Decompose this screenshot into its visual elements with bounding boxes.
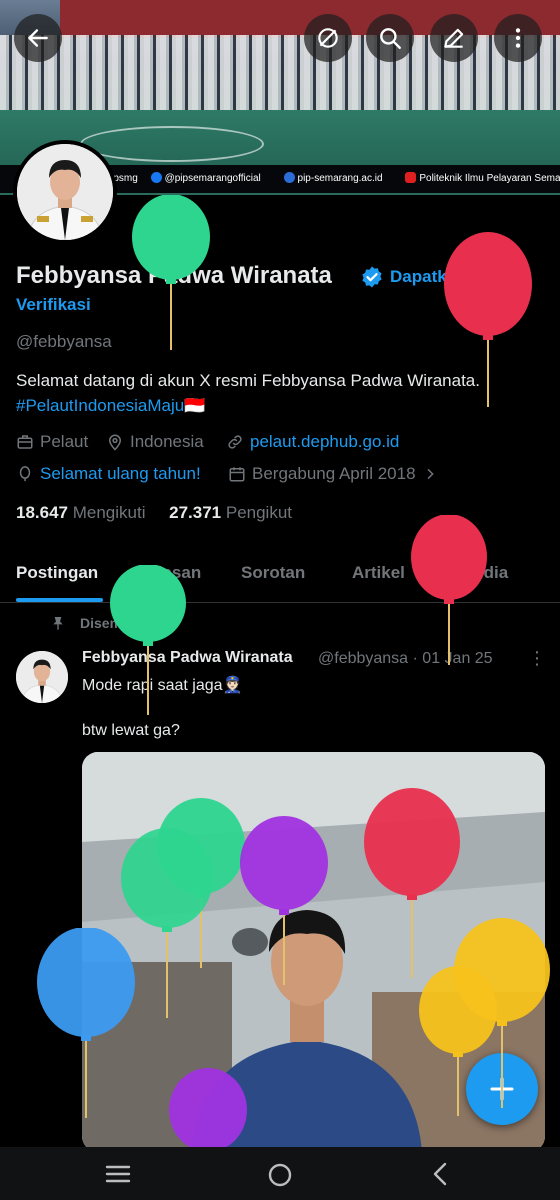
profile-handle: @febbyansa	[16, 332, 112, 351]
location-text: Indonesia	[130, 432, 204, 451]
bio-text: Selamat datang di akun X resmi Febbyansa…	[16, 371, 480, 390]
profession-meta: Pelaut	[16, 432, 88, 452]
tab-articles[interactable]: Artikel	[352, 563, 405, 583]
avatar-illustration	[16, 651, 68, 703]
back-button[interactable]	[14, 14, 62, 62]
strip-item: Politeknik Ilmu Pelayaran Semarang	[419, 173, 560, 184]
post-author-handle: @febbyansa	[318, 650, 409, 667]
bio-flag: 🇮🇩	[184, 396, 206, 415]
calendar-icon	[229, 467, 245, 482]
joined-text: Bergabung April 2018	[252, 464, 416, 483]
location-pin-icon	[108, 434, 122, 451]
globe-icon	[283, 172, 295, 183]
followers-label: Pengikut	[225, 503, 293, 522]
compose-post-button[interactable]	[466, 1053, 538, 1125]
profile-bio: Selamat datang di akun X resmi Febbyansa…	[16, 368, 536, 418]
following-count: 18.647	[16, 503, 68, 522]
pinned-label: Disematkan	[50, 614, 159, 632]
follow-stats: 18.647 Mengikuti 27.371 Pengikut	[16, 503, 292, 523]
tab-posts[interactable]: Postingan	[16, 563, 98, 583]
search-icon	[380, 28, 401, 49]
tab-highlights[interactable]: Sorotan	[241, 563, 305, 583]
system-navigation-bar	[0, 1147, 560, 1200]
more-vertical-icon	[515, 28, 521, 48]
recent-apps-icon[interactable]	[104, 1163, 132, 1185]
youtube-icon	[405, 172, 417, 183]
post-text-line1: Mode rapi saat jaga👮🏻	[82, 677, 243, 694]
tab-media[interactable]: Media	[460, 563, 508, 583]
search-button[interactable]	[366, 14, 414, 62]
website-link[interactable]: pelaut.dephub.go.id	[250, 432, 399, 452]
bio-hashtag[interactable]: #PelautIndonesiaMaju	[16, 396, 184, 415]
followers-link[interactable]: 27.371 Pengikut	[169, 503, 292, 522]
back-nav-icon[interactable]	[430, 1161, 450, 1187]
strip-item: pip-semarang.ac.id	[297, 173, 383, 184]
home-icon[interactable]	[266, 1161, 294, 1189]
profile-tabs: Postingan Balasan Sorotan Artikel Media	[0, 548, 560, 603]
arrow-left-icon	[28, 29, 48, 47]
post-author-name[interactable]: Febbyansa Padwa Wiranata	[82, 649, 293, 667]
post-date[interactable]: 01 Jan 25	[422, 650, 492, 667]
grok-button[interactable]	[304, 14, 352, 62]
birthday-meta: Selamat ulang tahun!	[16, 464, 201, 484]
grok-icon	[318, 28, 338, 48]
profile-avatar[interactable]	[13, 140, 117, 244]
get-verified-link-continued[interactable]: Verifikasi	[16, 295, 91, 315]
post-author-avatar[interactable]	[16, 651, 68, 703]
profile-name: Febbyansa Padwa Wiranata	[16, 262, 332, 289]
strip-item: @pipsemarangofficial	[164, 173, 261, 184]
more-button[interactable]	[494, 14, 542, 62]
plus-icon	[490, 1077, 514, 1101]
pencil-icon	[444, 28, 464, 48]
tab-replies[interactable]: Balasan	[136, 563, 201, 583]
following-label: Mengikuti	[72, 503, 146, 522]
chevron-right-icon	[427, 468, 434, 480]
profession-text: Pelaut	[40, 432, 89, 451]
birthday-link[interactable]: Selamat ulang tahun!	[40, 464, 201, 484]
location-meta: Indonesia	[106, 432, 204, 452]
pinned-text: Disematkan	[80, 615, 159, 631]
get-verified-link[interactable]: Dapatkan	[390, 267, 467, 287]
following-link[interactable]: 18.647 Mengikuti	[16, 503, 146, 522]
avatar-illustration	[17, 144, 113, 240]
edit-profile-button[interactable]	[430, 14, 478, 62]
briefcase-icon	[17, 435, 33, 449]
facebook-icon	[150, 172, 162, 183]
link-icon	[228, 435, 242, 449]
joined-meta[interactable]: Bergabung April 2018	[228, 464, 438, 484]
balloon-icon	[19, 466, 31, 482]
banner-field-arc	[80, 126, 264, 162]
pin-icon	[53, 617, 63, 630]
verified-badge-icon[interactable]	[360, 265, 384, 289]
post-author-meta: @febbyansa · 01 Jan 25	[318, 650, 493, 667]
post-more-icon[interactable]: ⋮	[528, 648, 546, 669]
website-meta: pelaut.dephub.go.id	[226, 432, 399, 452]
followers-count: 27.371	[169, 503, 222, 522]
post-text-line2: btw lewat ga?	[82, 722, 180, 739]
active-tab-indicator	[16, 598, 103, 602]
